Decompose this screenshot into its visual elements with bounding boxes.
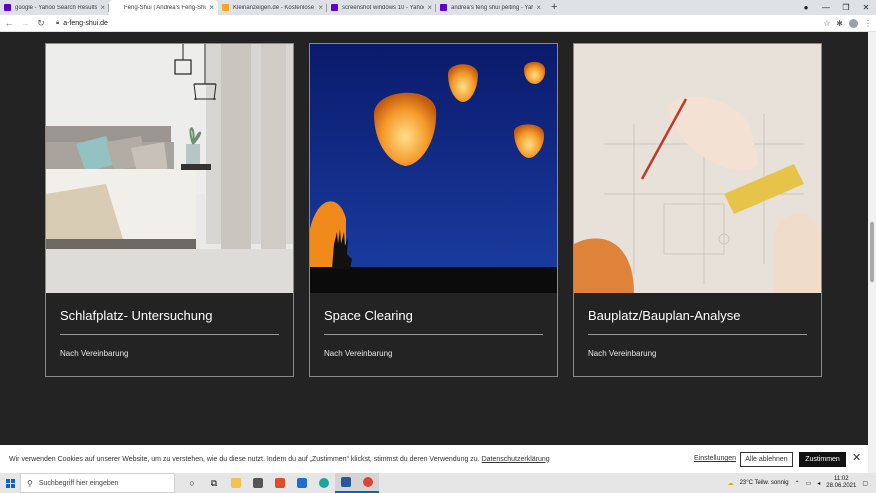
url-text: a-feng-shui.de — [63, 19, 108, 27]
close-tab-icon[interactable]: × — [209, 3, 214, 12]
close-tab-icon[interactable]: × — [100, 3, 105, 12]
profile-avatar-icon[interactable] — [849, 19, 858, 28]
sky-lanterns-photo — [310, 44, 557, 293]
weather-icon[interactable]: ☁ — [728, 480, 734, 487]
taskbar-search-input[interactable]: ⚲ Suchbegriff hier eingeben — [20, 473, 175, 493]
windows-taskbar: ⚲ Suchbegriff hier eingeben ○ ⧉ ☁ 23°C T… — [0, 473, 876, 493]
service-card-space-clearing[interactable]: Space Clearing Nach Vereinbarung — [309, 43, 558, 377]
browser-tab[interactable]: screenshot windows 10 - Yahoo × — [327, 0, 436, 15]
toolbar-actions: ☆ ✱ ⋮ — [823, 15, 872, 32]
edge-icon[interactable] — [313, 473, 335, 493]
reload-icon[interactable]: ↻ — [34, 18, 48, 29]
office-icon[interactable] — [269, 473, 291, 493]
show-hidden-icons-icon[interactable]: ⌃ — [795, 480, 800, 487]
tab-title: Feng-Shui | Andrea's Feng-Shui- — [124, 4, 207, 11]
file-explorer-icon[interactable] — [225, 473, 247, 493]
scrollbar-thumb[interactable] — [870, 222, 874, 282]
browser-tab[interactable]: Kleinanzeigen.de - Kostenlose Kl × — [218, 0, 327, 15]
divider — [60, 334, 279, 335]
menu-icon[interactable]: ⋮ — [864, 19, 872, 28]
close-tab-icon[interactable]: × — [427, 3, 432, 12]
taskbar-apps: ○ ⧉ — [181, 473, 379, 493]
task-view-icon[interactable]: ⧉ — [203, 473, 225, 493]
page-scrollbar[interactable] — [868, 32, 876, 477]
privacy-policy-link[interactable]: Datenschutzerklärung — [482, 456, 550, 463]
cookie-text: Wir verwenden Cookies auf unserer Websit… — [9, 455, 550, 463]
browser-tab-strip: google - Yahoo Search Results Yc × Feng-… — [0, 0, 876, 15]
cookie-banner: Wir verwenden Cookies auf unserer Websit… — [0, 445, 868, 473]
clock[interactable]: 11:02 28.06.2021 — [826, 476, 856, 490]
forward-arrow-icon[interactable]: → — [18, 18, 32, 28]
browser-tab[interactable]: andrea's feng shui peiting - Yaho × — [436, 0, 545, 15]
notifications-icon[interactable]: ▢ — [862, 480, 868, 487]
chrome-icon[interactable] — [357, 473, 379, 493]
service-card-schlafplatz[interactable]: Schlafplatz- Untersuchung Nach Vereinbar… — [45, 43, 294, 377]
cookie-settings-link[interactable]: Einstellungen — [694, 455, 736, 462]
card-title: Space Clearing — [324, 308, 413, 323]
bookmark-star-icon[interactable]: ☆ — [823, 19, 830, 28]
back-arrow-icon[interactable]: ← — [2, 18, 16, 28]
cortana-icon[interactable]: ○ — [181, 473, 203, 493]
search-icon: ⚲ — [27, 478, 33, 488]
card-subtitle: Nach Vereinbarung — [60, 349, 129, 358]
yahoo-favicon-icon — [4, 4, 11, 11]
card-subtitle: Nach Vereinbarung — [324, 349, 393, 358]
lock-icon[interactable]: 🔒︎ — [56, 20, 59, 27]
mail-icon[interactable] — [291, 473, 313, 493]
divider — [324, 334, 543, 335]
system-tray: ☁ 23°C Teilw. sonnig ⌃ ▭ ◂ 11:02 28.06.2… — [728, 473, 876, 493]
close-window-icon[interactable]: ✕ — [856, 3, 876, 12]
tab-search-icon[interactable]: ● — [796, 3, 816, 12]
card-subtitle: Nach Vereinbarung — [588, 349, 657, 358]
windows-start-icon[interactable] — [0, 473, 20, 493]
store-icon[interactable] — [247, 473, 269, 493]
window-controls: ● — ❐ ✕ — [796, 0, 876, 15]
tab-title: Kleinanzeigen.de - Kostenlose Kl — [233, 4, 316, 11]
browser-toolbar: ← → ↻ 🔒︎ a-feng-shui.de ☆ ✱ ⋮ — [0, 15, 876, 32]
yahoo-favicon-icon — [440, 4, 447, 11]
close-cookie-icon[interactable]: ✕ — [852, 451, 861, 464]
bedroom-photo — [46, 44, 293, 293]
minimize-icon[interactable]: — — [816, 3, 836, 12]
card-title: Bauplatz/Bauplan-Analyse — [588, 308, 741, 323]
browser-tab-active[interactable]: Feng-Shui | Andrea's Feng-Shui- × — [109, 0, 218, 15]
service-card-bauplatz[interactable]: Bauplatz/Bauplan-Analyse Nach Vereinbaru… — [573, 43, 822, 377]
extensions-icon[interactable]: ✱ — [836, 19, 843, 28]
volume-icon[interactable]: ◂ — [817, 480, 820, 487]
weather-text[interactable]: 23°C Teilw. sonnig — [740, 480, 789, 486]
tab-title: andrea's feng shui peiting - Yaho — [451, 4, 534, 11]
yahoo-favicon-icon — [331, 4, 338, 11]
search-placeholder: Suchbegriff hier eingeben — [38, 479, 119, 487]
reject-all-button[interactable]: Alle ablehnen — [740, 452, 793, 467]
network-icon[interactable]: ▭ — [806, 480, 812, 487]
site-favicon-icon — [113, 4, 120, 11]
divider — [588, 334, 807, 335]
browser-tab[interactable]: google - Yahoo Search Results Yc × — [0, 0, 109, 15]
tab-title: screenshot windows 10 - Yahoo — [342, 4, 425, 11]
tab-title: google - Yahoo Search Results Yc — [15, 4, 98, 11]
card-title: Schlafplatz- Untersuchung — [60, 308, 213, 323]
kleinanzeigen-favicon-icon — [222, 4, 229, 11]
close-tab-icon[interactable]: × — [536, 3, 541, 12]
accept-button[interactable]: Zustimmen — [799, 452, 846, 467]
restore-icon[interactable]: ❐ — [836, 3, 856, 12]
address-bar[interactable]: 🔒︎ a-feng-shui.de — [56, 20, 108, 27]
blueprint-photo — [574, 44, 821, 293]
new-tab-button[interactable]: + — [551, 0, 557, 15]
word-icon[interactable] — [335, 473, 357, 493]
close-tab-icon[interactable]: × — [318, 3, 323, 12]
